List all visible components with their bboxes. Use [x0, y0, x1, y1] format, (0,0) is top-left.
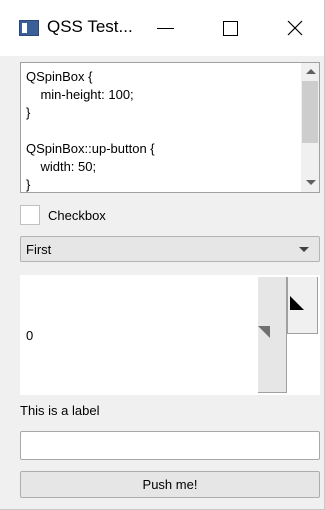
scroll-up-icon[interactable] [306, 69, 316, 74]
spin-down-button[interactable] [258, 277, 287, 393]
checkbox[interactable]: Checkbox [20, 204, 106, 226]
spin-buttons [258, 277, 319, 394]
scrollbar-thumb[interactable] [302, 81, 318, 143]
chevron-down-icon [299, 247, 309, 252]
minimize-icon [156, 27, 174, 29]
title-bar[interactable]: QSS Test... [0, 0, 324, 56]
spin-box-value[interactable]: 0 [26, 328, 33, 343]
spin-up-button[interactable] [287, 277, 318, 334]
main-window: QSS Test... QSpinBox { min-height: 100; … [0, 0, 325, 510]
checkbox-box[interactable] [20, 205, 40, 225]
checkbox-label[interactable]: Checkbox [48, 208, 106, 223]
vertical-scrollbar[interactable] [301, 63, 319, 192]
static-label: This is a label [20, 403, 100, 418]
push-button[interactable]: Push me! [20, 471, 320, 498]
line-edit[interactable] [20, 431, 320, 460]
maximize-button[interactable] [203, 0, 257, 56]
close-button[interactable] [268, 0, 322, 56]
spin-up-arrow-icon [290, 296, 304, 310]
app-icon [19, 20, 39, 36]
spin-down-arrow-icon [258, 326, 270, 338]
maximize-icon [222, 20, 238, 36]
scroll-down-icon[interactable] [306, 180, 316, 185]
close-icon [287, 20, 303, 36]
combo-box[interactable]: First [20, 236, 320, 262]
stylesheet-text-edit[interactable]: QSpinBox { min-height: 100; } QSpinBox::… [20, 62, 320, 193]
spin-box[interactable]: 0 [20, 275, 320, 395]
window-title: QSS Test... [47, 17, 133, 36]
combo-selected-value: First [26, 242, 52, 257]
text-edit-content: QSpinBox { min-height: 100; } QSpinBox::… [26, 69, 155, 192]
minimize-button[interactable] [138, 0, 192, 56]
